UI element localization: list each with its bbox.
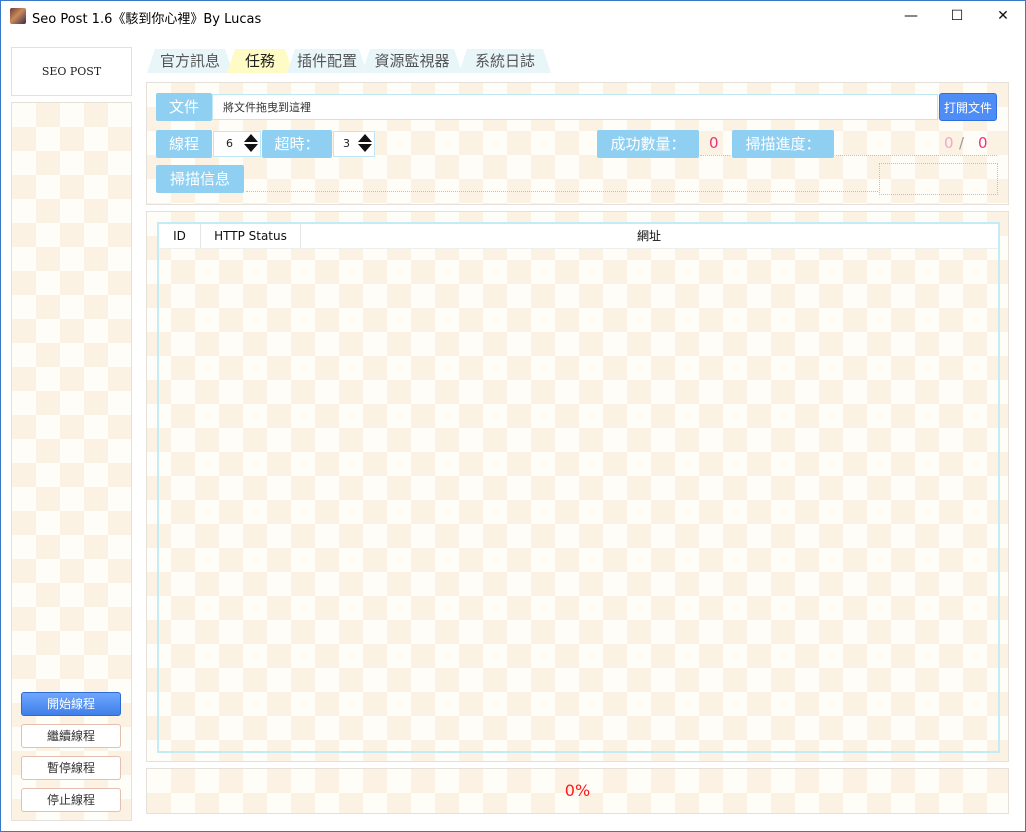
logo-text: SEO POST [41,65,102,78]
column-header-url[interactable]: 網址 [301,224,997,248]
divider [700,155,730,156]
stepper-arrows-icon[interactable] [244,134,258,154]
stop-threads-button[interactable]: 停止線程 [21,788,121,812]
threads-stepper[interactable]: 6 [213,131,261,157]
scan-info-box [879,163,998,195]
resume-threads-button[interactable]: 繼續線程 [21,724,121,748]
sidebar: 開始線程 繼續線程 暫停線程 停止線程 [11,102,132,821]
app-window: Seo Post 1.6《駭到你心裡》By Lucas — ☐ ✕ SEO PO… [0,0,1026,832]
tab-official-news[interactable]: 官方訊息 [147,49,233,73]
file-label: 文件 [156,93,212,121]
scan-progress-done: 0 [944,134,954,152]
minimize-button[interactable]: — [888,1,934,31]
tab-task[interactable]: 任務 [227,49,293,73]
app-icon [10,8,26,24]
progress-percent: 0% [564,781,591,800]
column-header-http-status[interactable]: HTTP Status [201,224,301,248]
column-header-id[interactable]: ID [159,224,201,248]
timeout-value: 3 [343,137,350,150]
table-header: ID HTTP Status 網址 [159,224,998,249]
timeout-stepper[interactable]: 3 [333,131,375,157]
tab-resource-monitor[interactable]: 資源監視器 [362,49,462,73]
open-file-button[interactable]: 打開文件 [939,93,997,121]
results-panel: ID HTTP Status 網址 [146,211,1009,762]
start-threads-button[interactable]: 開始線程 [21,692,121,716]
maximize-button[interactable]: ☐ [934,1,980,31]
stepper-arrows-icon[interactable] [358,134,372,154]
tab-plugin-config[interactable]: 插件配置 [287,49,367,73]
threads-value: 6 [226,137,233,150]
pause-threads-button[interactable]: 暫停線程 [21,756,121,780]
scan-progress-separator: / [959,134,965,152]
scan-info-field [246,191,878,192]
progress-status-panel: 0% [146,768,1009,814]
scan-info-label: 掃描信息 [156,165,244,193]
scan-progress-label: 掃描進度： [732,130,834,158]
title-bar: Seo Post 1.6《駭到你心裡》By Lucas — ☐ ✕ [1,1,1025,31]
logo-box: SEO POST [11,47,132,96]
threads-label: 線程 [156,130,212,158]
task-form-panel: 文件 將文件拖曳到這裡 打開文件 線程 6 超時： 3 成功數量： 0 掃描進度… [146,82,1009,205]
results-table[interactable]: ID HTTP Status 網址 [157,222,1000,753]
tab-system-log[interactable]: 系統日誌 [459,49,551,73]
divider [836,155,997,156]
success-count-label: 成功數量： [597,130,699,158]
scan-progress-total: 0 [978,134,988,152]
timeout-label: 超時： [262,130,332,158]
file-drop-field[interactable]: 將文件拖曳到這裡 [212,94,938,120]
window-title: Seo Post 1.6《駭到你心裡》By Lucas [32,12,262,27]
success-count-value: 0 [709,134,719,152]
close-button[interactable]: ✕ [980,1,1026,31]
